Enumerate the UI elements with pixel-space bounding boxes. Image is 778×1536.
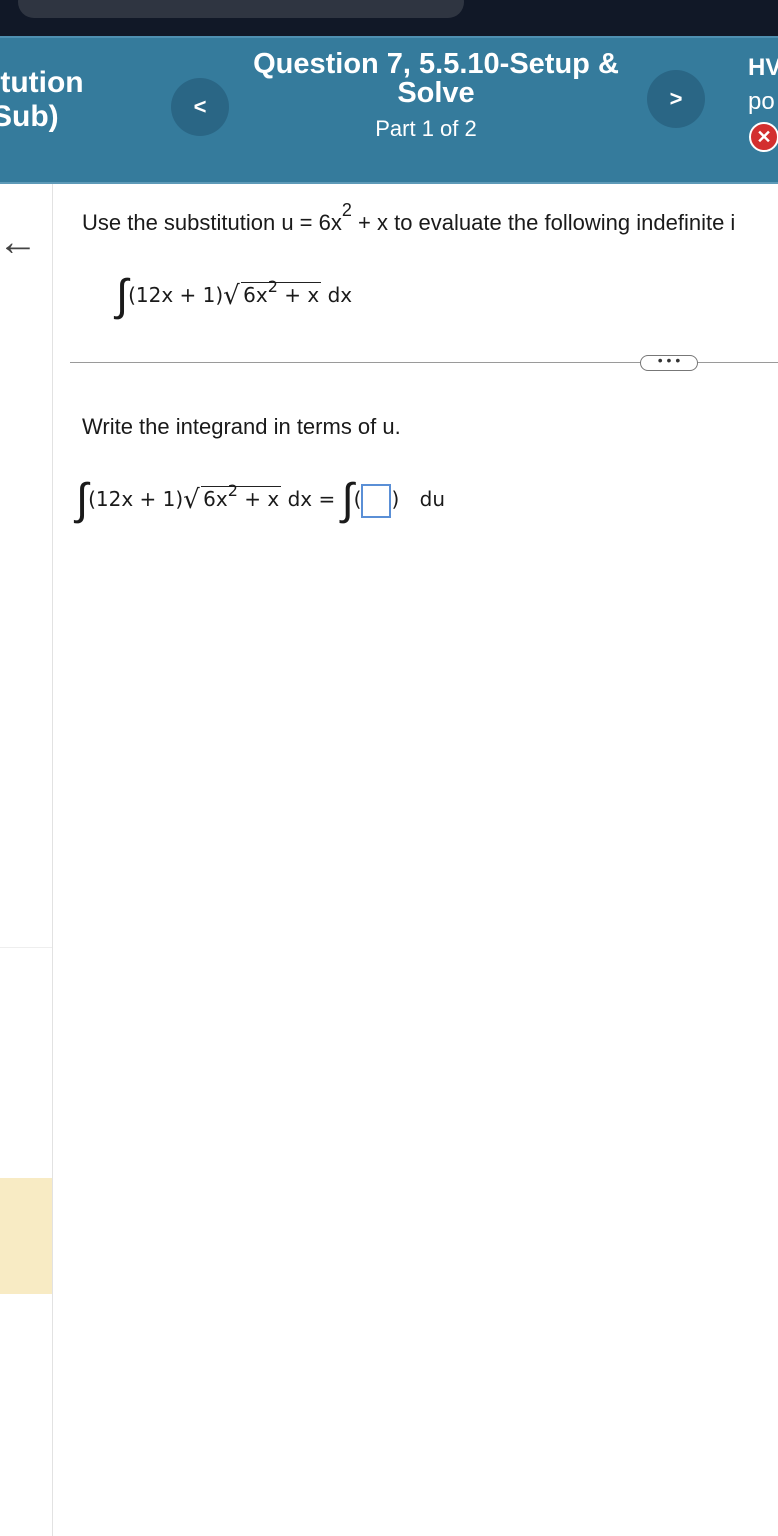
integral-sign: ∫ bbox=[341, 474, 354, 525]
assignment-title: itution Sub) bbox=[0, 66, 84, 133]
incorrect-status-icon: ✕ bbox=[749, 122, 778, 152]
points-label: po bbox=[748, 88, 775, 115]
square-root: √ 6x2 + x bbox=[183, 481, 282, 515]
previous-question-button[interactable]: < bbox=[171, 78, 229, 136]
square-root: √ 6x2 + x bbox=[223, 277, 322, 311]
back-arrow-icon[interactable]: ← bbox=[0, 220, 38, 265]
step-instruction: Write the integrand in terms of u. bbox=[82, 414, 401, 439]
question-title: Question 7, 5.5.10-Setup & Solve bbox=[253, 48, 619, 109]
rail-highlight bbox=[0, 1178, 52, 1294]
problem-prompt: Use the substitution u = 6x2 + x to eval… bbox=[82, 200, 736, 235]
rail-divider bbox=[0, 947, 52, 948]
url-bar[interactable] bbox=[18, 0, 464, 18]
answer-equation: ∫(12x + 1) √ 6x2 + x dx = ∫() du bbox=[76, 474, 446, 525]
integral-sign: ∫ bbox=[116, 270, 129, 321]
chevron-right-icon: > bbox=[669, 86, 683, 111]
problem-integral: ∫(12x + 1) √ 6x2 + x dx bbox=[116, 270, 353, 321]
left-rail bbox=[0, 184, 53, 1536]
integral-sign: ∫ bbox=[76, 474, 89, 525]
part-indicator: Part 1 of 2 bbox=[375, 116, 477, 141]
question-header: itution Sub) < Question 7, 5.5.10-Setup … bbox=[0, 36, 778, 184]
more-button[interactable]: • • • bbox=[640, 353, 698, 371]
next-question-button[interactable]: > bbox=[647, 70, 705, 128]
chevron-left-icon: < bbox=[193, 94, 207, 119]
integrand-answer-input[interactable] bbox=[361, 483, 392, 518]
hw-score-label: HV bbox=[748, 54, 778, 81]
top-system-bar bbox=[0, 0, 778, 36]
